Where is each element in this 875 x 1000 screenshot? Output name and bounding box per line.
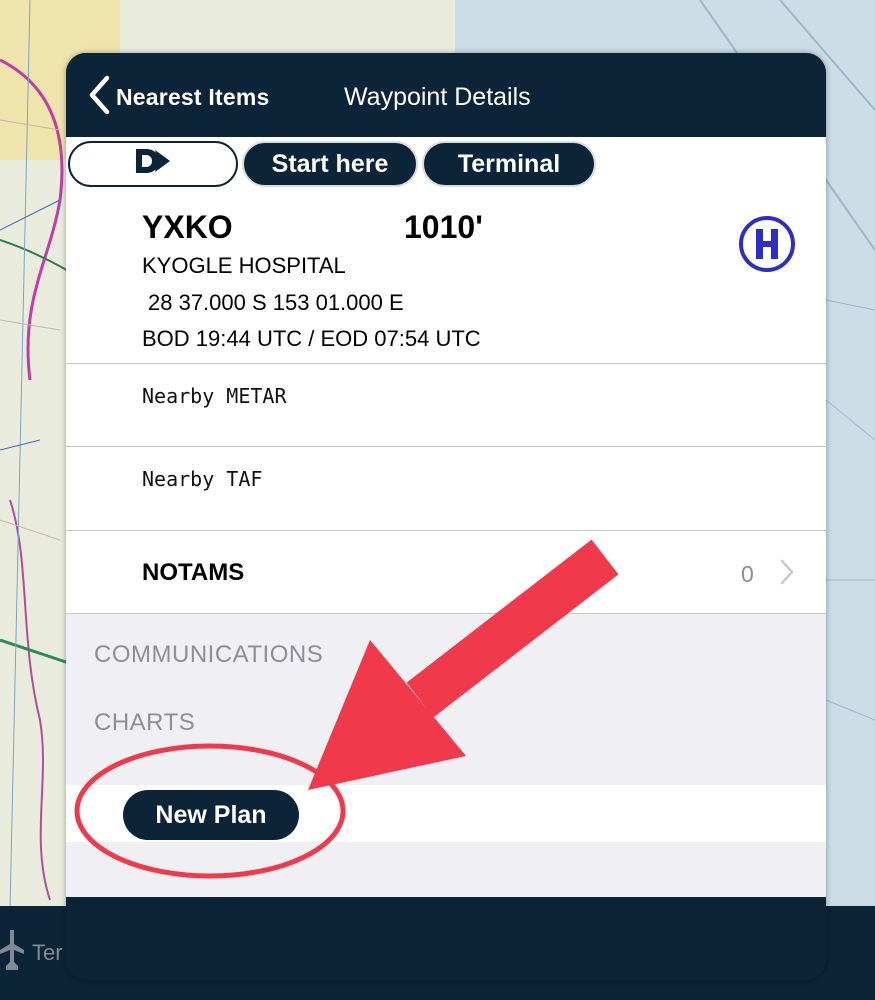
new-plan-label: New Plan: [155, 800, 267, 829]
waypoint-name: KYOGLE HOSPITAL: [142, 253, 346, 278]
chevron-right-icon: [780, 559, 794, 590]
waypoint-details-popover: Nearest Items Waypoint Details Start her…: [66, 53, 826, 980]
notams-label: NOTAMS: [142, 559, 245, 586]
nearby-taf-label: Nearby TAF: [142, 467, 263, 491]
start-here-button[interactable]: Start here: [242, 141, 418, 187]
direct-to-icon: [133, 146, 173, 183]
bottom-tab-terminal[interactable]: Ter: [0, 930, 63, 976]
direct-to-button[interactable]: [68, 141, 238, 187]
notams-row[interactable]: NOTAMS 0: [66, 531, 826, 614]
communications-section-header: COMMUNICATIONS: [94, 641, 324, 668]
navigation-bar: Nearest Items Waypoint Details: [66, 53, 826, 137]
terminal-button[interactable]: Terminal: [422, 141, 596, 187]
waypoint-coordinates: 28 37.000 S 153 01.000 E: [148, 290, 404, 315]
chevron-left-icon: [88, 75, 110, 120]
action-button-row: Start here Terminal: [66, 137, 826, 193]
page-title: Waypoint Details: [344, 83, 531, 111]
airplane-icon: [0, 930, 24, 976]
waypoint-elevation: 1010': [404, 209, 483, 245]
waypoint-info-card: YXKO 1010' KYOGLE HOSPITAL 28 37.000 S 1…: [66, 193, 826, 364]
helipad-hospital-icon: [738, 215, 796, 278]
start-here-label: Start here: [271, 149, 389, 178]
new-plan-button[interactable]: New Plan: [123, 790, 299, 840]
daylight-times: BOD 19:44 UTC / EOD 07:54 UTC: [142, 326, 481, 351]
charts-section-header: CHARTS: [94, 709, 196, 736]
nearby-metar-label: Nearby METAR: [142, 384, 287, 408]
details-content: YXKO 1010' KYOGLE HOSPITAL 28 37.000 S 1…: [66, 193, 826, 897]
terminal-label: Terminal: [457, 149, 561, 178]
new-plan-row: New Plan: [66, 785, 826, 842]
notams-count: 0: [741, 561, 754, 587]
bottom-tab-terminal-label: Ter: [32, 940, 63, 965]
nearby-taf-row[interactable]: Nearby TAF: [66, 447, 826, 531]
back-button-label: Nearest Items: [116, 84, 270, 110]
back-button[interactable]: Nearest Items: [88, 75, 269, 120]
nearby-metar-row[interactable]: Nearby METAR: [66, 364, 826, 447]
waypoint-ident: YXKO: [142, 209, 233, 245]
